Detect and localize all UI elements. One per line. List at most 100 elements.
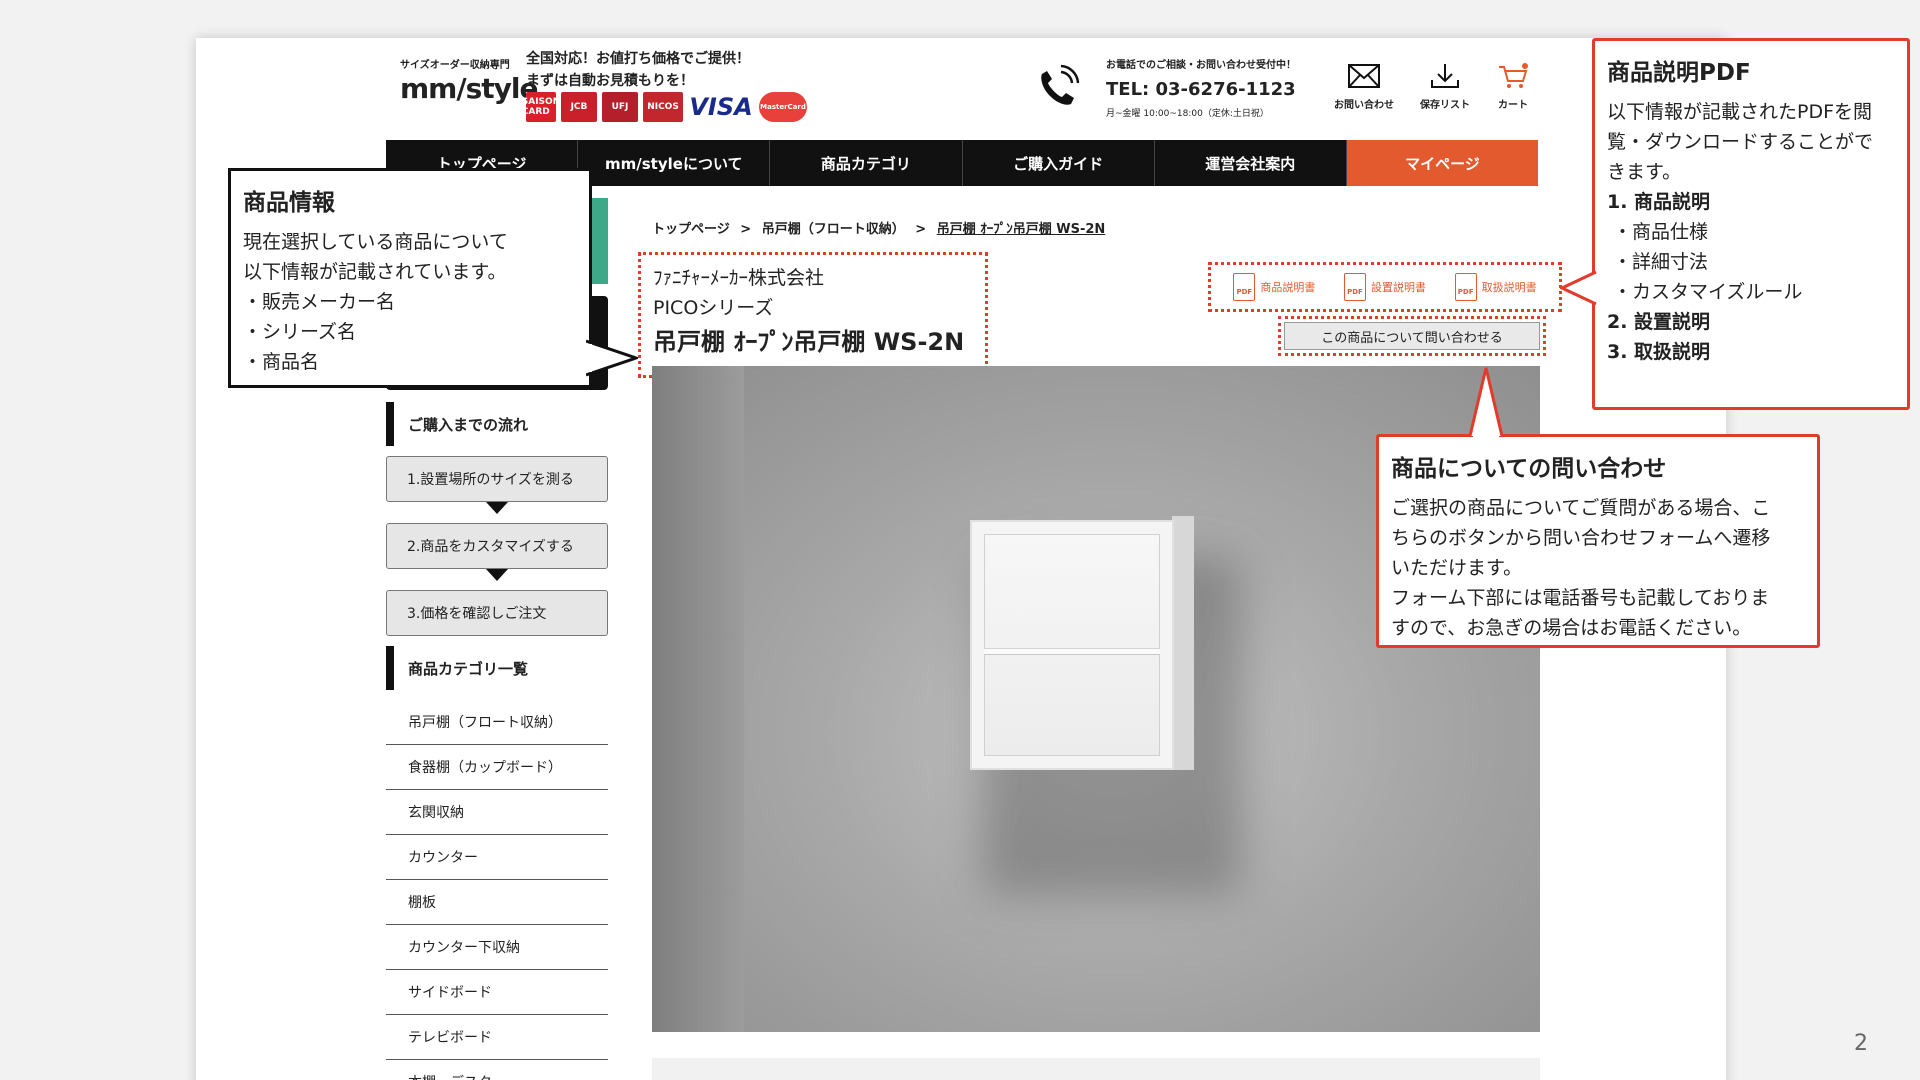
phone-hours: 月~金曜 10:00~18:00（定休:土日祝）	[1106, 109, 1269, 119]
product-name: 吊戸棚 ｵｰﾌﾟﾝ吊戸棚 WS-2N	[653, 328, 965, 356]
callout-text-line: いただけます。	[1391, 557, 1523, 579]
breadcrumb-category[interactable]: 吊戸棚（フロート収納）	[762, 222, 905, 237]
list-item: ・カスタマイズルール	[1613, 281, 1803, 303]
nav-about[interactable]: mm/styleについて	[578, 140, 771, 186]
cart-link[interactable]: カート	[1496, 62, 1530, 111]
callout-pointer	[586, 339, 638, 377]
mail-icon	[1348, 64, 1380, 88]
flow-step-3[interactable]: 3.価格を確認しご注文	[386, 590, 608, 636]
callout-text-line: ・シリーズ名	[243, 321, 357, 343]
breadcrumb-separator: >	[915, 222, 927, 237]
pdf-icon: PDF	[1343, 273, 1366, 301]
callout-text-line: 覧・ダウンロードすることがで	[1607, 131, 1874, 153]
nav-guide[interactable]: ご購入ガイド	[962, 140, 1155, 186]
breadcrumb: トップページ > 吊戸棚（フロート収納） > 吊戸棚 ｵｰﾌﾟﾝ吊戸棚 WS-2…	[652, 218, 1111, 237]
tagline: 全国対応！お値打ち価格でご提供！ まずは自動お見積もりを！	[526, 48, 750, 92]
page-number: 2	[1854, 1031, 1868, 1056]
inquiry-callout: 商品についての問い合わせ ご選択の商品についてご質問がある場合、こ ちらのボタン…	[1376, 434, 1820, 648]
pdf-button-label: 商品説明書	[1260, 281, 1316, 294]
category-heading: 商品カテゴリ一覧	[386, 646, 608, 690]
wall-cabinet	[970, 520, 1174, 770]
category-item[interactable]: 食器棚（カップボード）	[386, 745, 608, 790]
callout-title: 商品説明PDF	[1607, 60, 1751, 86]
nav-mypage[interactable]: マイページ	[1346, 140, 1539, 186]
flow-heading: ご購入までの流れ	[386, 402, 608, 446]
callout-text-line: ・販売メーカー名	[243, 291, 396, 313]
download-icon	[1431, 64, 1459, 88]
pdf-button-label: 設置説明書	[1370, 281, 1426, 294]
card-logo-mastercard: MasterCard	[759, 92, 807, 122]
callout-text-line: すので、お急ぎの場合はお電話ください。	[1391, 617, 1752, 639]
pdf-icon: PDF	[1233, 273, 1256, 301]
pdf-install-manual-button[interactable]: PDF 設置説明書	[1343, 273, 1426, 301]
phone-number[interactable]: TEL: 03-6276-1123	[1106, 79, 1296, 100]
cart-icon	[1499, 63, 1528, 88]
pdf-button-label: 取扱説明書	[1481, 281, 1537, 294]
phone-contact: お電話でのご相談・お問い合わせ受付中！ TEL: 03-6276-1123 月~…	[1106, 56, 1296, 119]
inquiry-highlight: この商品について問い合わせる	[1278, 316, 1546, 356]
callout-pointer	[1468, 367, 1504, 438]
pdf-contents-list: 1. 商品説明 ・商品仕様 ・詳細寸法 ・カスタマイズルール 2. 設置説明 3…	[1607, 187, 1895, 367]
pdf-icon: PDF	[1454, 273, 1477, 301]
breadcrumb-top[interactable]: トップページ	[652, 222, 730, 237]
callout-pointer	[1560, 270, 1598, 306]
category-item[interactable]: サイドボード	[386, 970, 608, 1015]
category-item[interactable]: 本棚・デスク	[386, 1060, 608, 1080]
breadcrumb-current[interactable]: 吊戸棚 ｵｰﾌﾟﾝ吊戸棚 WS-2N	[937, 222, 1106, 237]
pdf-product-manual-button[interactable]: PDF 商品説明書	[1233, 273, 1315, 301]
cabinet-interior	[984, 534, 1160, 756]
phone-icon	[1041, 64, 1080, 105]
product-info-box: ﾌｧﾆﾁｬｰﾒｰｶｰ株式会社 PICOシリーズ 吊戸棚 ｵｰﾌﾟﾝ吊戸棚 WS-…	[638, 252, 988, 378]
flow-step-1[interactable]: 1.設置場所のサイズを測る	[386, 456, 608, 502]
pdf-buttons-group: PDF 商品説明書 PDF 設置説明書 PDF 取扱説明書	[1208, 262, 1562, 312]
product-series: PICOシリーズ	[653, 297, 774, 319]
logo-subtitle: サイズオーダー収納専門	[400, 60, 510, 71]
tagline-line-1: 全国対応！お値打ち価格でご提供！	[526, 51, 750, 67]
contact-label: お問い合わせ	[1334, 100, 1394, 111]
wall-corner	[652, 366, 744, 1032]
callout-text-line: ・商品名	[243, 351, 320, 373]
category-item[interactable]: 吊戸棚（フロート収納）	[386, 700, 608, 745]
tagline-line-2: まずは自動お見積もりを！	[526, 73, 694, 89]
contact-link[interactable]: お問い合わせ	[1334, 62, 1394, 111]
card-logo-jcb: JCB	[561, 92, 597, 122]
product-maker: ﾌｧﾆﾁｬｰﾒｰｶｰ株式会社	[653, 267, 825, 289]
payment-cards: SAISON CARD JCB UFJ NICOS VISA MasterCar…	[522, 92, 807, 122]
list-item: ・商品仕様	[1613, 221, 1709, 243]
callout-text-line: フォーム下部には電話番号も記載しておりま	[1391, 587, 1770, 609]
category-list: 吊戸棚（フロート収納） 食器棚（カップボード） 玄関収納 カウンター 棚板 カウ…	[386, 700, 608, 1080]
card-logo-saison: SAISON CARD	[522, 92, 560, 122]
cabinet-shelf	[984, 648, 1160, 655]
phone-note: お電話でのご相談・お問い合わせ受付中！	[1106, 60, 1296, 71]
saved-list-link[interactable]: 保存リスト	[1420, 62, 1470, 111]
flow-step-2[interactable]: 2.商品をカスタマイズする	[386, 523, 608, 569]
callout-title: 商品についての問い合わせ	[1391, 456, 1667, 482]
card-logo-nicos: NICOS	[643, 92, 683, 122]
cabinet-side	[1172, 516, 1194, 770]
list-item: 1. 商品説明	[1607, 191, 1711, 213]
callout-title: 商品情報	[243, 190, 335, 216]
site-logo[interactable]: サイズオーダー収納専門 mm/style	[400, 56, 538, 105]
list-item: 2. 設置説明	[1607, 311, 1711, 333]
card-logo-ufj: UFJ	[602, 92, 638, 122]
below-image-panel	[652, 1058, 1540, 1080]
category-item[interactable]: テレビボード	[386, 1015, 608, 1060]
category-item[interactable]: 玄関収納	[386, 790, 608, 835]
callout-text-line: ご選択の商品についてご質問がある場合、こ	[1391, 497, 1771, 519]
category-item[interactable]: カウンター下収納	[386, 925, 608, 970]
product-inquiry-button[interactable]: この商品について問い合わせる	[1284, 322, 1540, 350]
logo-text: mm/style	[400, 72, 538, 105]
nav-categories[interactable]: 商品カテゴリ	[770, 140, 963, 186]
pdf-callout: 商品説明PDF 以下情報が記載されたPDFを閲 覧・ダウンロードすることがで き…	[1592, 38, 1910, 410]
list-item: 3. 取扱説明	[1607, 341, 1711, 363]
nav-company[interactable]: 運営会社案内	[1154, 140, 1347, 186]
pdf-handling-manual-button[interactable]: PDF 取扱説明書	[1454, 273, 1537, 301]
category-item[interactable]: カウンター	[386, 835, 608, 880]
breadcrumb-separator: >	[740, 222, 752, 237]
callout-text-line: きます。	[1607, 161, 1682, 183]
callout-text-line: 現在選択している商品について	[243, 231, 508, 253]
category-item[interactable]: 棚板	[386, 880, 608, 925]
cart-label: カート	[1498, 100, 1528, 111]
callout-text-line: 以下情報が記載されています。	[243, 261, 507, 283]
callout-text-line: 以下情報が記載されたPDFを閲	[1607, 101, 1873, 123]
